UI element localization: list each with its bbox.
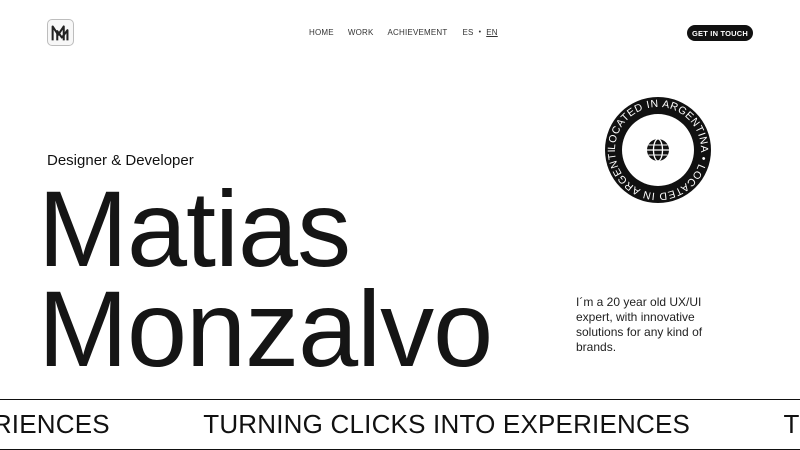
marquee-banner: TURNING CLICKS INTO EXPERIENCES TURNING … [0,399,800,450]
marquee-item: TURNING CLICKS INTO EXPERIENCES [203,409,691,439]
lang-es-link[interactable]: ES [463,28,474,37]
lang-en-link[interactable]: EN [486,28,498,37]
hero-last-name: Monzalvo [38,268,493,389]
main-nav: HOME WORK ACHIEVEMENT ES • EN [309,28,498,37]
hero-subtitle: Designer & Developer [47,152,194,169]
get-in-touch-button[interactable]: GET IN TOUCH [687,25,753,41]
marquee-item: TURNING CLICKS INTO EXPERIENCES [0,409,110,439]
nav-achievement-link[interactable]: ACHIEVEMENT [388,28,448,37]
page: HOME WORK ACHIEVEMENT ES • EN GET IN TOU… [0,0,800,450]
hero-first-name: Matias [38,168,351,289]
location-badge: LOCATED IN ARGENTINA • LOCATED IN ARGENT… [604,96,712,204]
nav-work-link[interactable]: WORK [348,28,374,37]
nav-home-link[interactable]: HOME [309,28,334,37]
globe-icon [647,138,669,162]
marquee-track: TURNING CLICKS INTO EXPERIENCES TURNING … [0,409,800,440]
marquee-item: TURNING CLICKS INTO EXPERIENCES [783,409,800,439]
hero-bio: I´m a 20 year old UX/UI expert, with inn… [576,295,703,354]
mm-logo-icon[interactable] [47,19,74,46]
lang-separator: • [478,29,482,36]
